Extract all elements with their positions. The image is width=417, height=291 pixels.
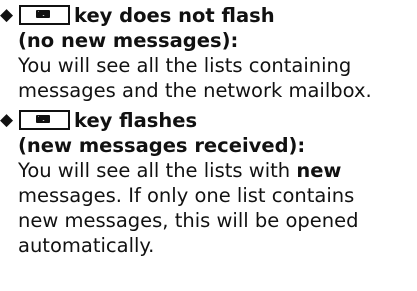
list-item-new-messages: ◆ key flashes (new messages received): Y… xyxy=(0,108,417,258)
heading-line-2: (new messages received): xyxy=(18,134,306,157)
heading-line-2: (no new messages): xyxy=(18,29,239,52)
message-key-icon xyxy=(19,5,70,25)
body-line-4: automatically. xyxy=(18,234,155,257)
instruction-list: ◆ key does not flash (no new messages): … xyxy=(0,0,417,258)
item-heading: key does not flash xyxy=(18,3,417,28)
message-key-icon xyxy=(19,110,70,130)
bullet-diamond: ◆ xyxy=(0,110,14,130)
envelope-icon xyxy=(36,10,50,18)
list-item-no-new-messages: ◆ key does not flash (no new messages): … xyxy=(0,3,417,103)
heading-line-1: key flashes xyxy=(74,109,198,132)
heading-line-1: key does not flash xyxy=(74,4,275,27)
body-line-2: messages and the network mailbox. xyxy=(18,79,372,102)
body-line-1-bold: new xyxy=(296,159,342,182)
body-line-1: You will see all the lists containing xyxy=(18,54,352,77)
body-line-1: You will see all the lists with new xyxy=(18,158,417,183)
item-heading: key flashes xyxy=(18,108,417,133)
body-line-3: new messages, this will be opened xyxy=(18,209,359,232)
bullet-diamond: ◆ xyxy=(0,5,14,25)
body-line-1-text: You will see all the lists with xyxy=(18,159,297,182)
body-line-2: messages. If only one list contains xyxy=(18,184,355,207)
envelope-icon xyxy=(36,115,50,123)
